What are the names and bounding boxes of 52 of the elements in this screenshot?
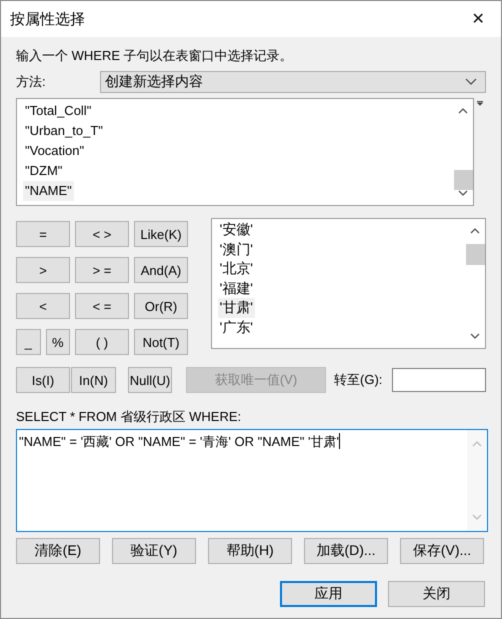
action-button[interactable]: 帮助(H) — [208, 538, 292, 564]
field-item[interactable]: "Vocation" — [23, 141, 86, 161]
scrollbar-thumb[interactable] — [466, 244, 484, 265]
action-button[interactable]: 清除(E) — [16, 538, 100, 564]
query-button[interactable]: In(N) — [71, 367, 116, 393]
value-item[interactable]: '广东' — [218, 318, 255, 337]
value-item[interactable]: '北京' — [218, 259, 255, 278]
sql-label: SELECT * FROM 省级行政区 WHERE: — [16, 408, 242, 426]
operator-button[interactable]: > — [16, 257, 70, 283]
scroll-up-icon[interactable] — [458, 107, 468, 114]
query-button[interactable]: Is(I) — [16, 367, 70, 393]
query-button[interactable]: Null(U) — [128, 367, 172, 393]
chevron-down-icon — [465, 78, 477, 86]
operator-button[interactable]: < > — [75, 221, 129, 247]
operator-button[interactable]: = — [16, 221, 70, 247]
operator-button[interactable]: < = — [75, 293, 129, 319]
operator-button[interactable]: % — [46, 329, 70, 355]
operator-button[interactable]: And(A) — [134, 257, 188, 283]
value-item[interactable]: '福建' — [218, 278, 255, 298]
operator-button[interactable]: ( ) — [75, 329, 129, 355]
value-item[interactable]: '安徽' — [218, 220, 255, 240]
action-button[interactable]: 验证(Y) — [112, 538, 196, 564]
field-item[interactable]: "Total_Coll" — [23, 101, 94, 121]
scroll-up-icon[interactable] — [470, 227, 480, 234]
value-item[interactable]: '甘肃' — [218, 298, 255, 318]
field-item[interactable]: "Urban_to_T" — [23, 121, 105, 141]
method-dropdown[interactable]: 创建新选择内容 — [100, 71, 486, 93]
operator-button[interactable]: _ — [16, 329, 40, 355]
operator-button[interactable]: Or(R) — [134, 293, 188, 319]
action-button[interactable]: 加载(D)... — [304, 538, 388, 564]
field-list[interactable]: "Total_Coll" "Urban_to_T" "Vocation" "DZM" "NAME" — [16, 98, 474, 206]
value-item[interactable]: '澳门' — [218, 240, 255, 259]
operator-button[interactable]: Not(T) — [134, 329, 188, 355]
operator-button[interactable]: > = — [75, 257, 129, 283]
dialog-button[interactable]: 应用 — [280, 581, 377, 607]
action-button[interactable]: 保存(V)... — [400, 538, 484, 564]
dialog-button[interactable]: 关闭 — [388, 581, 485, 607]
window-title: 按属性选择 — [10, 10, 85, 28]
field-item[interactable]: "NAME" — [23, 181, 74, 201]
scroll-down-icon[interactable] — [470, 333, 480, 340]
goto-label: 转至(G): — [334, 371, 382, 389]
value-list[interactable]: '安徽' '澳门' '北京' '福建' '甘肃' '广东' — [210, 218, 486, 349]
close-button[interactable]: ✕ — [455, 1, 501, 37]
method-label: 方法: — [16, 73, 47, 91]
scroll-down-icon[interactable] — [458, 190, 468, 197]
goto-field[interactable] — [392, 368, 486, 392]
field-item[interactable]: "DZM" — [23, 161, 64, 181]
scrollbar-thumb[interactable] — [454, 170, 472, 190]
dropdown-menu-icon[interactable] — [477, 101, 483, 106]
operator-button[interactable]: Like(K) — [134, 221, 188, 247]
operator-button[interactable]: < — [16, 293, 70, 319]
description-text: 输入一个 WHERE 子句以在表窗口中选择记录。 — [16, 47, 294, 65]
